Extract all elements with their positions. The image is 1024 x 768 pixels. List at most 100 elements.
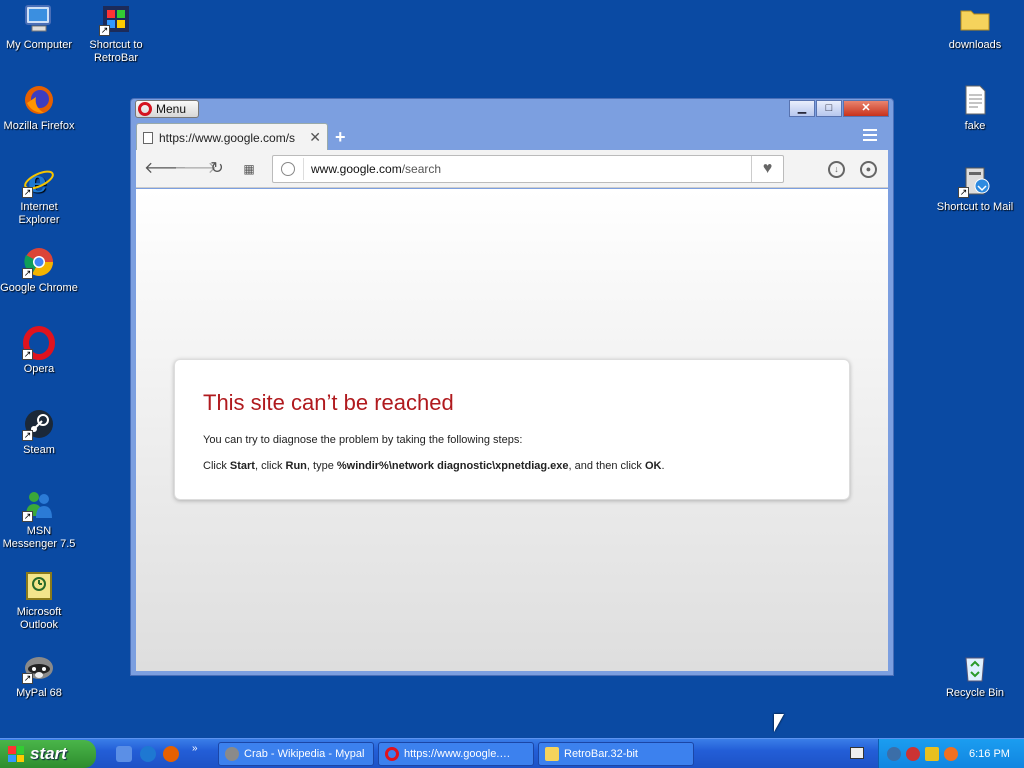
downloads-icon[interactable]: ↓ [828, 161, 845, 178]
opera-logo-icon [138, 102, 152, 116]
chrome-icon: ↗ [22, 245, 56, 279]
desktop-icon-label: Microsoft Outlook [16, 606, 62, 631]
start-button[interactable]: start [0, 740, 96, 768]
desktop-icon-retrobar[interactable]: ↗ Shortcut to RetroBar [77, 2, 155, 65]
tray-search-icon[interactable] [944, 747, 958, 761]
error-text-start: Start [229, 460, 255, 472]
browser-window: Menu ▁ □ ✕ https://www.google.com/s ✕ + … [130, 98, 894, 676]
taskbar-item-mypal[interactable]: Crab - Wikipedia - Mypal [218, 742, 374, 766]
desktop-icon-google-chrome[interactable]: ↗ Google Chrome [0, 245, 78, 295]
menu-label: Menu [156, 102, 187, 116]
error-text-part: , type [306, 460, 337, 472]
desktop-icon-label: My Computer [5, 39, 73, 51]
shortcut-arrow-icon: ↗ [99, 25, 110, 36]
reload-button[interactable]: ↻ [206, 158, 228, 180]
desktop-icon-microsoft-outlook[interactable]: Microsoft Outlook [0, 569, 78, 632]
text-file-icon [958, 83, 992, 117]
error-text-run: Run [285, 460, 307, 472]
page-icon [143, 131, 153, 144]
desktop-icon-steam[interactable]: ↗ Steam [0, 407, 78, 457]
tray-network-icon[interactable] [887, 747, 901, 761]
mail-icon: ↗ [958, 164, 992, 198]
system-tray: 6:16 PM [878, 739, 1024, 768]
steam-icon: ↗ [22, 407, 56, 441]
error-text-part: , and then click [568, 460, 645, 472]
desktop-icon-fake[interactable]: fake [936, 83, 1014, 133]
window-controls: ▁ □ ✕ [789, 100, 889, 117]
new-tab-button[interactable]: + [335, 127, 346, 148]
tab-close-icon[interactable]: ✕ [309, 129, 321, 146]
desktop-icon-msn-messenger[interactable]: ↗ MSN Messenger 7.5 [0, 488, 78, 551]
desktop-icon-label: Internet Explorer [18, 201, 60, 226]
start-label: start [30, 744, 67, 763]
tray-security-alert-icon[interactable] [906, 747, 920, 761]
shortcut-arrow-icon: ↗ [22, 187, 33, 198]
taskbar-item-label: https://www.google.… [404, 748, 511, 760]
firefox-icon [22, 83, 56, 117]
windows-flag-icon [8, 746, 24, 762]
tab-google-search[interactable]: https://www.google.com/s ✕ [136, 123, 328, 151]
taskbar-item-label: RetroBar.32-bit [564, 748, 638, 760]
desktop-icon-label: Google Chrome [0, 282, 78, 294]
taskbar-item-label: Crab - Wikipedia - Mypal [244, 748, 365, 760]
computer-icon [22, 2, 56, 36]
desktop-icon-internet-explorer[interactable]: e ↗ Internet Explorer [0, 164, 78, 227]
forward-button[interactable]: 🡒 [174, 158, 217, 180]
desktop-icon-mail[interactable]: ↗ Shortcut to Mail [936, 164, 1014, 214]
error-text-ok: OK [644, 460, 662, 472]
close-button[interactable]: ✕ [843, 100, 889, 117]
taskbar-item-retrobar-folder[interactable]: RetroBar.32-bit [538, 742, 694, 766]
address-url[interactable]: www.google.com/search [311, 162, 441, 176]
error-text-part: Click [203, 460, 230, 472]
maximize-button[interactable]: □ [816, 100, 842, 117]
shortcut-arrow-icon: ↗ [22, 511, 33, 522]
site-info-icon[interactable] [281, 162, 295, 176]
quicklaunch-desktop-icon[interactable] [116, 746, 132, 762]
error-text-part: . [661, 460, 665, 472]
error-title: This site can’t be reached [203, 390, 454, 415]
account-icon[interactable]: ● [860, 161, 877, 178]
shortcut-arrow-icon: ↗ [22, 673, 33, 684]
folder-icon [545, 747, 559, 761]
desktop-icon-opera[interactable]: ↗ Opera [0, 326, 78, 376]
address-bar[interactable]: www.google.com/search ♥ [272, 155, 784, 183]
desktop-icon-label: Shortcut to RetroBar [89, 39, 143, 64]
desktop-icon-label: fake [964, 120, 986, 132]
quicklaunch-ie-icon[interactable] [140, 746, 156, 762]
desktop-icon-firefox[interactable]: Mozilla Firefox [0, 83, 78, 133]
mouse-cursor-icon [774, 714, 784, 732]
desktop-icon-my-computer[interactable]: My Computer [0, 2, 78, 52]
tab-title: https://www.google.com/s [159, 130, 296, 145]
opera-icon: ↗ [22, 326, 56, 360]
tray-shield-icon[interactable] [925, 747, 939, 761]
minimize-button[interactable]: ▁ [789, 100, 815, 117]
back-button[interactable]: 🡐 [144, 158, 187, 180]
page-content: This site can’t be reached You can try t… [136, 189, 888, 671]
desktop-icon-label: downloads [948, 39, 1002, 51]
desktop-icon-recycle-bin[interactable]: Recycle Bin [936, 650, 1014, 700]
desktop-icon-mypal[interactable]: ↗ MyPal 68 [0, 650, 78, 700]
taskbar: start » Crab - Wikipedia - Mypal https:/… [0, 738, 1024, 768]
folder-icon [958, 2, 992, 36]
desktop-icon-label: Steam [23, 444, 55, 456]
mypal-icon: ↗ [22, 650, 56, 684]
speed-dial-grid-icon[interactable]: ▦ [238, 158, 260, 180]
tab-menu-icon[interactable] [863, 129, 877, 141]
bookmark-heart-icon[interactable]: ♥ [751, 156, 783, 182]
quicklaunch-overflow-icon[interactable]: » [192, 743, 198, 754]
quicklaunch-firefox-icon[interactable] [163, 746, 179, 762]
shortcut-arrow-icon: ↗ [22, 430, 33, 441]
desktop-icon-downloads[interactable]: downloads [936, 2, 1014, 52]
error-text-command: %windir%\network diagnostic\xpnetdiag.ex… [336, 460, 569, 472]
clock[interactable]: 6:16 PM [969, 748, 1010, 760]
taskbar-item-opera[interactable]: https://www.google.… [378, 742, 534, 766]
navigation-toolbar: 🡐 🡒 ↻ ▦ www.google.com/search ♥ ↓ ● [136, 150, 888, 188]
shortcut-arrow-icon: ↗ [958, 187, 969, 198]
keyboard-icon[interactable] [850, 747, 864, 759]
opera-menu-button[interactable]: Menu [135, 100, 199, 118]
error-line-2: Click Start, click Run, type %windir%\ne… [203, 460, 821, 472]
ie-icon: e ↗ [22, 164, 56, 198]
shortcut-arrow-icon: ↗ [22, 349, 33, 360]
outlook-icon [22, 569, 56, 603]
url-host: www.google.com [311, 162, 402, 176]
